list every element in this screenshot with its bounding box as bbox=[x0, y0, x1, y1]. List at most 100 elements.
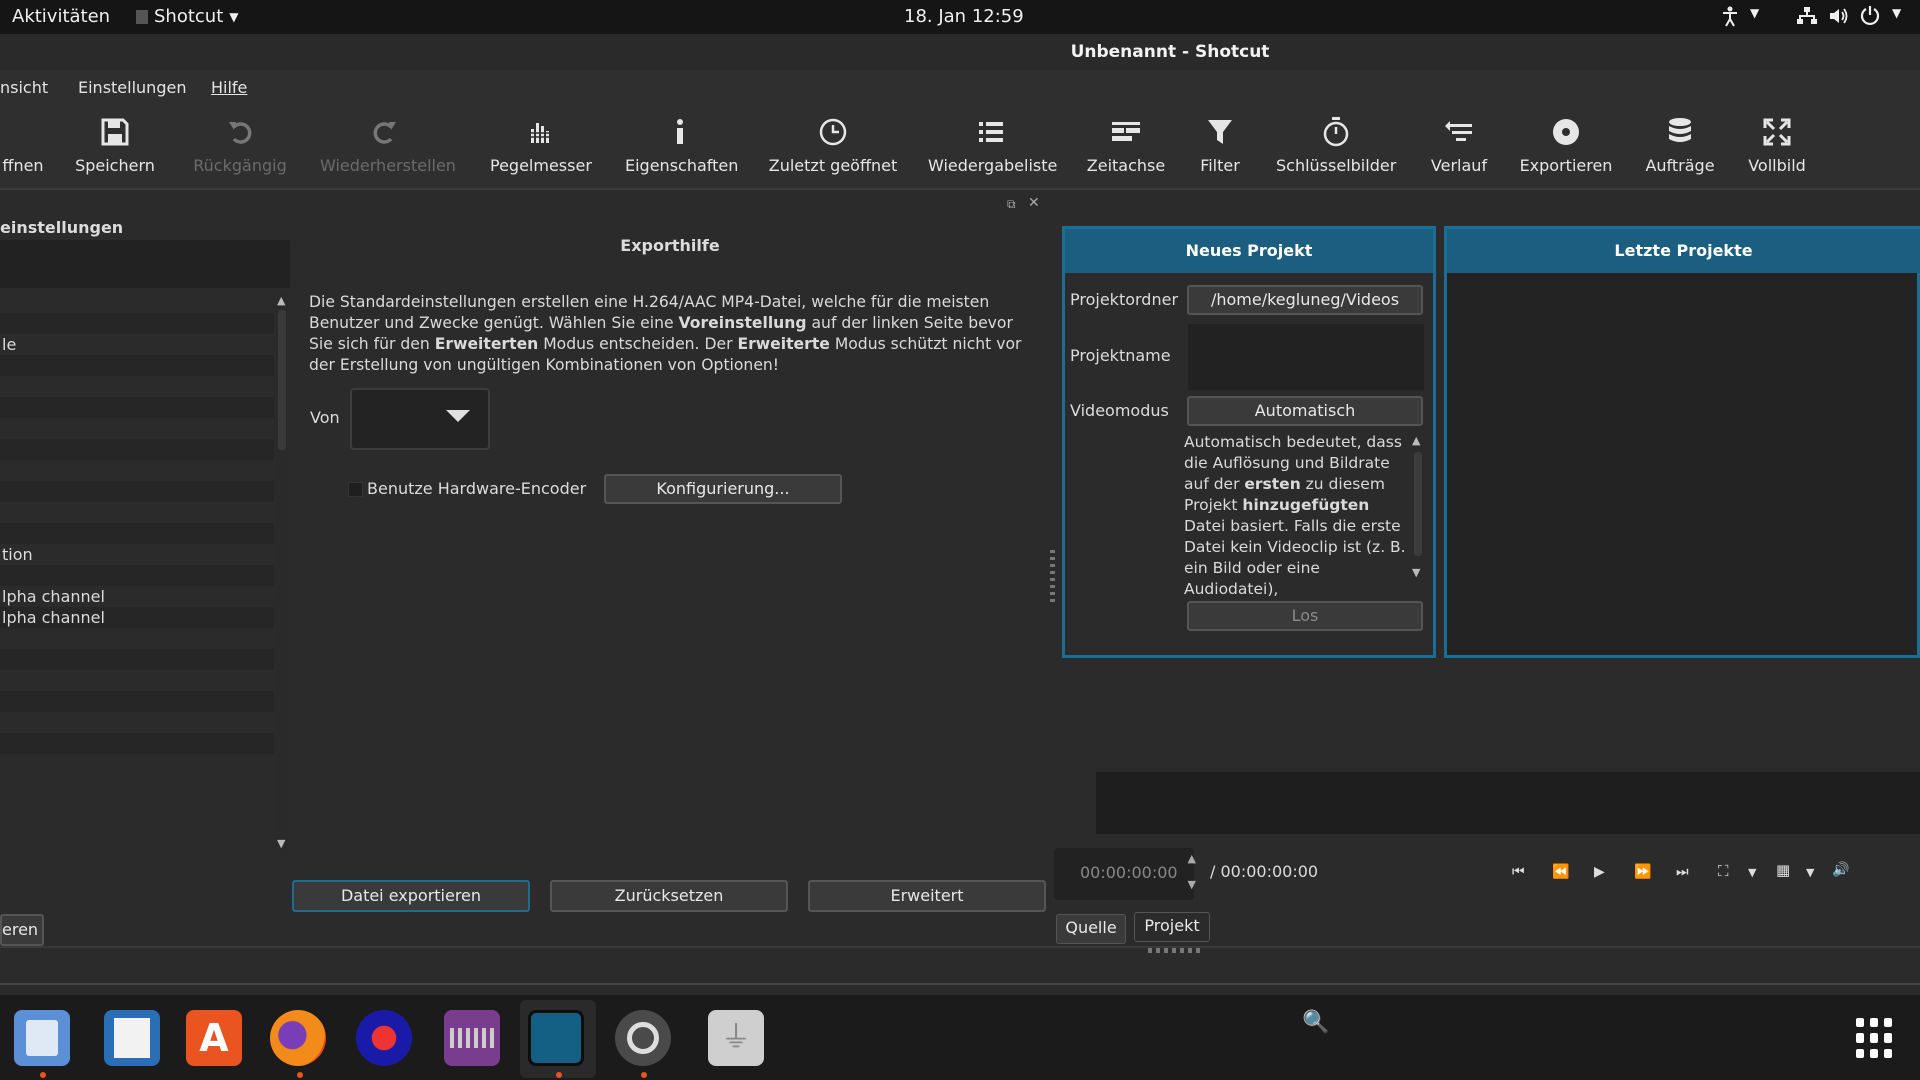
menu-help[interactable]: Hilfe bbox=[211, 78, 247, 97]
skip-end-icon[interactable]: ⏭ bbox=[1676, 864, 1689, 880]
presets-search-input[interactable] bbox=[0, 240, 290, 288]
player-scrub-area[interactable] bbox=[1096, 772, 1920, 834]
splitter-handle[interactable] bbox=[1050, 550, 1055, 602]
keyframes-button[interactable]: Schlüsselbilder bbox=[1276, 114, 1396, 175]
list-item[interactable] bbox=[0, 754, 274, 775]
go-button[interactable]: Los bbox=[1187, 601, 1423, 631]
chevron-down-icon[interactable]: ▼ bbox=[1892, 6, 1901, 20]
software-center-icon[interactable]: A bbox=[186, 1010, 242, 1066]
list-item[interactable] bbox=[0, 649, 274, 670]
presets-scrollbar[interactable]: ▲ ▼ bbox=[276, 292, 288, 852]
video-mode-select[interactable]: Automatisch bbox=[1187, 396, 1423, 426]
project-folder-button[interactable]: /home/kegluneg/Videos bbox=[1187, 285, 1423, 315]
window-title-bar[interactable]: Unbenannt - Shotcut bbox=[0, 34, 1920, 71]
files-app-icon[interactable] bbox=[14, 1010, 70, 1066]
float-panel-icon[interactable]: ⧉ bbox=[1007, 197, 1016, 212]
zoom-fit-icon[interactable]: ⛶ bbox=[1718, 862, 1729, 880]
scroll-thumb[interactable] bbox=[278, 310, 286, 450]
list-item[interactable] bbox=[0, 397, 274, 418]
audacity-app-icon[interactable] bbox=[356, 1010, 412, 1066]
accessibility-icon[interactable] bbox=[1720, 5, 1740, 27]
list-item[interactable]: tion bbox=[0, 544, 274, 565]
grid-icon[interactable]: ▦ bbox=[1776, 861, 1790, 879]
list-item[interactable] bbox=[0, 565, 274, 586]
list-item[interactable] bbox=[0, 712, 274, 733]
scroll-up-icon[interactable]: ▲ bbox=[277, 294, 285, 307]
chevron-down-icon[interactable]: ▼ bbox=[1806, 866, 1814, 879]
panel-resize-handle[interactable] bbox=[1148, 948, 1200, 953]
play-icon[interactable]: ▶ bbox=[1594, 864, 1605, 880]
tab-source[interactable]: Quelle bbox=[1056, 914, 1126, 944]
description-scrollbar[interactable]: ▲ ▼ bbox=[1412, 434, 1424, 582]
scroll-thumb[interactable] bbox=[1414, 452, 1422, 556]
fast-forward-icon[interactable]: ⏩ bbox=[1634, 864, 1651, 880]
list-item[interactable] bbox=[0, 313, 274, 334]
undo-button[interactable]: Rückgängig bbox=[190, 114, 290, 175]
list-item[interactable] bbox=[0, 439, 274, 460]
jobs-button[interactable]: Aufträge bbox=[1642, 114, 1718, 175]
list-item[interactable] bbox=[0, 355, 274, 376]
skip-start-icon[interactable]: ⏮ bbox=[1512, 864, 1525, 880]
open-button[interactable]: ffnen bbox=[0, 114, 48, 175]
presets-bottom-button[interactable]: eren bbox=[0, 914, 44, 946]
list-item[interactable] bbox=[0, 628, 274, 649]
zoom-in-icon[interactable]: 🔍 bbox=[1302, 1010, 1329, 1035]
advanced-button[interactable]: Erweitert bbox=[808, 880, 1046, 912]
redo-button[interactable]: Wiederherstellen bbox=[320, 114, 456, 175]
firefox-app-icon[interactable] bbox=[270, 1010, 326, 1066]
spin-up-icon[interactable]: ▲ bbox=[1188, 852, 1196, 865]
list-item[interactable] bbox=[0, 670, 274, 691]
power-icon[interactable] bbox=[1860, 5, 1880, 25]
history-button[interactable]: Verlauf bbox=[1424, 114, 1494, 175]
peak-meter-button[interactable]: Pegelmesser bbox=[490, 114, 592, 175]
show-apps-grid-icon[interactable] bbox=[1856, 1018, 1896, 1058]
menu-settings[interactable]: Einstellungen bbox=[78, 78, 186, 97]
app-menu[interactable]: Shotcut ▼ bbox=[136, 6, 239, 27]
close-panel-icon[interactable]: ✕ bbox=[1028, 195, 1040, 211]
spin-down-icon[interactable]: ▼ bbox=[1188, 878, 1196, 891]
volume-icon[interactable]: 🔊 bbox=[1832, 862, 1849, 878]
from-select[interactable] bbox=[350, 388, 490, 450]
chevron-down-icon[interactable]: ▼ bbox=[1750, 6, 1759, 20]
timecode-field[interactable]: 00:00:00:00 ▲ ▼ bbox=[1054, 848, 1196, 900]
list-item[interactable] bbox=[0, 460, 274, 481]
text-editor-app-icon[interactable] bbox=[104, 1010, 160, 1066]
rewind-icon[interactable]: ⏪ bbox=[1552, 864, 1569, 880]
fullscreen-button[interactable]: Vollbild bbox=[1742, 114, 1812, 175]
list-item[interactable] bbox=[0, 481, 274, 502]
filter-button[interactable]: Filter bbox=[1196, 114, 1244, 175]
export-button[interactable]: Exportieren bbox=[1518, 114, 1614, 175]
presets-list[interactable]: le tion lpha channel lpha channel bbox=[0, 292, 274, 852]
volume-icon[interactable] bbox=[1828, 6, 1850, 26]
clock[interactable]: 18. Jan 12:59 bbox=[904, 6, 1024, 27]
recent-button[interactable]: Zuletzt geöffnet bbox=[768, 114, 898, 175]
timeline-button[interactable]: Zeitachse bbox=[1086, 114, 1166, 175]
save-button[interactable]: Speichern bbox=[70, 114, 160, 175]
playlist-button[interactable]: Wiedergabeliste bbox=[928, 114, 1057, 175]
list-item[interactable]: lpha channel bbox=[0, 586, 274, 607]
menu-view[interactable]: nsicht bbox=[0, 78, 48, 97]
list-item[interactable] bbox=[0, 733, 274, 754]
video-app-icon[interactable] bbox=[444, 1010, 500, 1066]
configure-button[interactable]: Konfigurierung... bbox=[604, 474, 842, 504]
export-file-button[interactable]: Datei exportieren bbox=[292, 880, 530, 912]
list-item[interactable] bbox=[0, 376, 274, 397]
hardware-encoder-checkbox[interactable] bbox=[348, 482, 363, 497]
list-item[interactable] bbox=[0, 418, 274, 439]
list-item[interactable]: lpha channel bbox=[0, 607, 274, 628]
list-item[interactable] bbox=[0, 292, 274, 313]
tab-project[interactable]: Projekt bbox=[1134, 912, 1210, 942]
activities-button[interactable]: Aktivitäten bbox=[12, 6, 110, 27]
scroll-up-icon[interactable]: ▲ bbox=[1412, 434, 1420, 447]
properties-button[interactable]: Eigenschaften bbox=[625, 114, 738, 175]
chevron-down-icon[interactable]: ▼ bbox=[1748, 866, 1756, 879]
list-item[interactable] bbox=[0, 523, 274, 544]
list-item[interactable] bbox=[0, 502, 274, 523]
shotcut-app-icon[interactable] bbox=[528, 1010, 584, 1066]
reset-button[interactable]: Zurücksetzen bbox=[550, 880, 788, 912]
scroll-down-icon[interactable]: ▼ bbox=[277, 837, 285, 850]
scroll-down-icon[interactable]: ▼ bbox=[1412, 566, 1420, 579]
project-name-input[interactable] bbox=[1187, 323, 1425, 391]
list-item[interactable]: le bbox=[0, 334, 274, 355]
settings-app-icon[interactable] bbox=[615, 1010, 671, 1066]
